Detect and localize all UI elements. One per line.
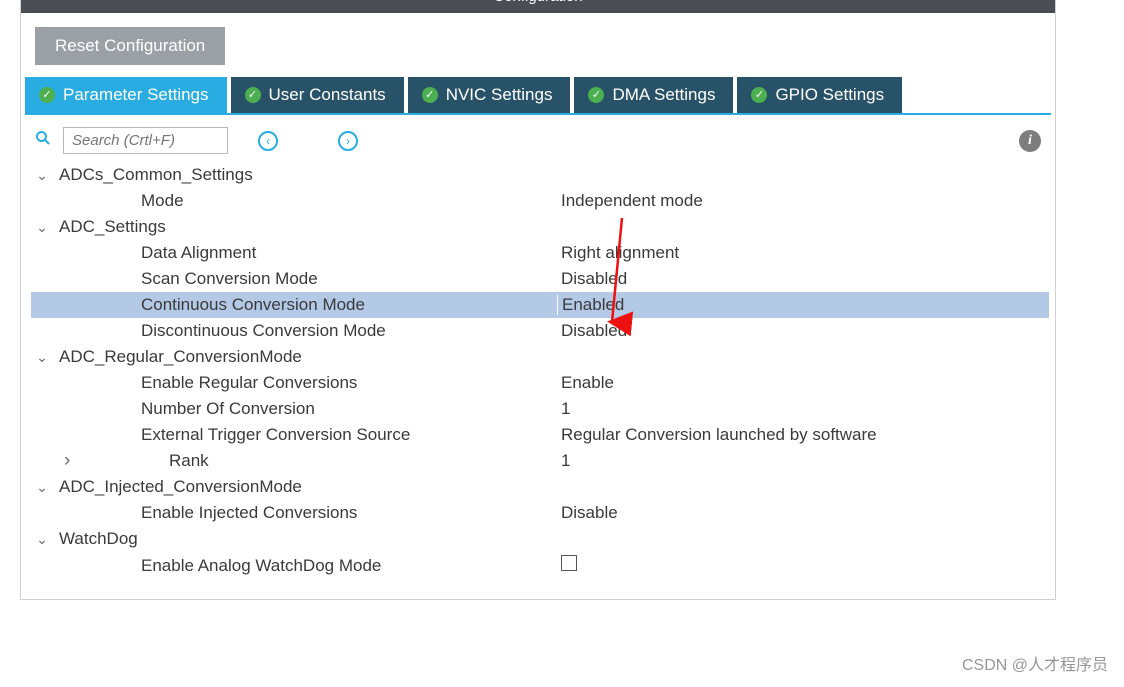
search-icon[interactable] xyxy=(35,130,53,151)
group-label: ADCs_Common_Settings xyxy=(59,165,253,185)
param-value: Right alignment xyxy=(539,243,1049,263)
chevron-down-icon: ⌄ xyxy=(31,167,53,184)
tab-dma-settings[interactable]: ✓ DMA Settings xyxy=(574,77,733,113)
tab-user-constants[interactable]: ✓ User Constants xyxy=(231,77,404,113)
param-label: Rank xyxy=(31,451,539,471)
parameter-tree: ⌄ ADCs_Common_Settings Mode Independent … xyxy=(21,160,1055,599)
param-data-alignment[interactable]: Data Alignment Right alignment xyxy=(31,240,1049,266)
group-label: ADC_Settings xyxy=(59,217,166,237)
info-icon[interactable]: i xyxy=(1019,130,1041,152)
param-label: External Trigger Conversion Source xyxy=(31,425,539,445)
param-value: Enabled xyxy=(557,295,1049,315)
param-continuous-conversion[interactable]: Continuous Conversion Mode Enabled xyxy=(31,292,1049,318)
param-value: Enable xyxy=(539,373,1049,393)
group-label: ADC_Regular_ConversionMode xyxy=(59,347,302,367)
group-adcs-common[interactable]: ⌄ ADCs_Common_Settings xyxy=(31,162,1049,188)
check-icon: ✓ xyxy=(751,87,767,103)
param-num-conversion[interactable]: Number Of Conversion 1 xyxy=(31,396,1049,422)
watchdog-checkbox[interactable] xyxy=(561,555,577,571)
tab-label: User Constants xyxy=(269,85,386,105)
tab-gpio-settings[interactable]: ✓ GPIO Settings xyxy=(737,77,902,113)
param-value: Disabled xyxy=(539,269,1049,289)
param-enable-analog-watchdog[interactable]: Enable Analog WatchDog Mode xyxy=(31,552,1049,579)
param-label: Scan Conversion Mode xyxy=(31,269,539,289)
param-label: Data Alignment xyxy=(31,243,539,263)
param-label: Discontinuous Conversion Mode xyxy=(31,321,539,341)
chevron-down-icon: ⌄ xyxy=(31,479,53,496)
tab-parameter-settings[interactable]: ✓ Parameter Settings xyxy=(25,77,227,113)
panel-titlebar: Configuration xyxy=(21,0,1055,13)
param-value: Disable xyxy=(539,503,1049,523)
next-result-button[interactable]: › xyxy=(338,131,358,151)
tab-label: NVIC Settings xyxy=(446,85,553,105)
param-value xyxy=(539,555,1049,576)
group-adc-settings[interactable]: ⌄ ADC_Settings xyxy=(31,214,1049,240)
param-value: Regular Conversion launched by software xyxy=(539,425,1049,445)
tab-label: DMA Settings xyxy=(612,85,715,105)
group-label: WatchDog xyxy=(59,529,138,549)
check-icon: ✓ xyxy=(245,87,261,103)
param-value: Independent mode xyxy=(539,191,1049,211)
tab-label: GPIO Settings xyxy=(775,85,884,105)
chevron-down-icon: ⌄ xyxy=(31,531,53,548)
param-label: Number Of Conversion xyxy=(31,399,539,419)
param-external-trigger[interactable]: External Trigger Conversion Source Regul… xyxy=(31,422,1049,448)
param-value: Disabled xyxy=(539,321,1049,341)
tab-bar: ✓ Parameter Settings ✓ User Constants ✓ … xyxy=(25,77,1051,115)
reset-configuration-button[interactable]: Reset Configuration xyxy=(35,27,225,65)
tab-nvic-settings[interactable]: ✓ NVIC Settings xyxy=(408,77,571,113)
check-icon: ✓ xyxy=(588,87,604,103)
search-input[interactable] xyxy=(63,127,228,154)
param-label: Enable Injected Conversions xyxy=(31,503,539,523)
tab-label: Parameter Settings xyxy=(63,85,209,105)
param-discontinuous-conversion[interactable]: Discontinuous Conversion Mode Disabled xyxy=(31,318,1049,344)
chevron-down-icon: ⌄ xyxy=(31,219,53,236)
check-icon: ✓ xyxy=(422,87,438,103)
group-adc-injected[interactable]: ⌄ ADC_Injected_ConversionMode xyxy=(31,474,1049,500)
param-label: Mode xyxy=(31,191,539,211)
search-row: ‹ › i xyxy=(21,115,1055,160)
param-enable-injected[interactable]: Enable Injected Conversions Disable xyxy=(31,500,1049,526)
chevron-down-icon: ⌄ xyxy=(31,349,53,366)
reset-wrap: Reset Configuration xyxy=(21,13,1055,77)
param-value: 1 xyxy=(539,451,1049,471)
param-value: 1 xyxy=(539,399,1049,419)
check-icon: ✓ xyxy=(39,87,55,103)
param-label: Enable Analog WatchDog Mode xyxy=(31,556,539,576)
config-panel: Configuration Reset Configuration ✓ Para… xyxy=(20,0,1056,600)
param-mode[interactable]: Mode Independent mode xyxy=(31,188,1049,214)
group-watchdog[interactable]: ⌄ WatchDog xyxy=(31,526,1049,552)
param-scan-conversion[interactable]: Scan Conversion Mode Disabled xyxy=(31,266,1049,292)
param-label: Continuous Conversion Mode xyxy=(31,295,539,315)
prev-result-button[interactable]: ‹ xyxy=(258,131,278,151)
group-label: ADC_Injected_ConversionMode xyxy=(59,477,302,497)
param-rank[interactable]: Rank 1 xyxy=(31,448,1049,474)
param-enable-regular[interactable]: Enable Regular Conversions Enable xyxy=(31,370,1049,396)
param-label: Enable Regular Conversions xyxy=(31,373,539,393)
group-adc-regular[interactable]: ⌄ ADC_Regular_ConversionMode xyxy=(31,344,1049,370)
watermark: CSDN @人才程序员 xyxy=(962,651,1108,675)
